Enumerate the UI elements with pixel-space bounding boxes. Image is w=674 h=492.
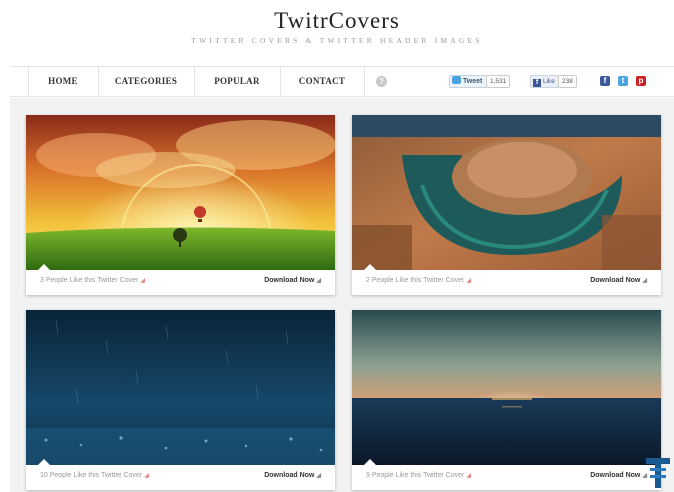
twitter-icon[interactable]: t: [618, 76, 628, 86]
site-tagline: TWITTER COVERS & TWITTER HEADER IMAGES: [191, 36, 483, 45]
card-notch: [364, 459, 376, 465]
nav-categories[interactable]: CATEGORIES: [98, 67, 194, 96]
cover-card: 10 People Like this Twitter Cover ◢ Downl…: [26, 310, 335, 490]
download-button[interactable]: Download Now ◢: [264, 277, 321, 284]
card-notch: [364, 264, 376, 270]
heart-icon: ◢: [466, 278, 471, 284]
pinterest-icon[interactable]: p: [636, 76, 646, 86]
cover-card: 3 People Like this Twitter Cover ◢ Downlo…: [26, 115, 335, 295]
nav-divider: [364, 67, 365, 96]
cover-image[interactable]: [26, 115, 335, 270]
download-button[interactable]: Download Now ◢: [264, 472, 321, 479]
likes-text: 10 People Like this Twitter Cover ◢: [40, 472, 149, 479]
cover-card: 9 People Like this Twitter Cover ◢ Downlo…: [352, 310, 661, 490]
like-count: 238: [558, 75, 577, 88]
likes-text: 2 People Like this Twitter Cover ◢: [366, 277, 471, 284]
heart-icon: ◢: [140, 278, 145, 284]
covers-grid: 3 People Like this Twitter Cover ◢ Downlo…: [10, 98, 674, 492]
heart-icon: ◢: [466, 473, 471, 479]
facebook-icon[interactable]: f: [600, 76, 610, 86]
heart-icon: ◢: [144, 473, 149, 479]
likes-text: 9 People Like this Twitter Cover ◢: [366, 472, 471, 479]
card-notch: [38, 459, 50, 465]
nav-home[interactable]: HOME: [28, 67, 98, 96]
cover-image[interactable]: [352, 310, 661, 465]
help-icon[interactable]: ?: [376, 76, 387, 87]
download-button[interactable]: Download Now ◢: [590, 277, 647, 284]
cover-image[interactable]: [352, 115, 661, 270]
like-label: Like: [543, 78, 555, 85]
download-arrow-icon: ◢: [642, 278, 647, 284]
watermark-logo-icon: [646, 458, 670, 488]
nav-contact[interactable]: CONTACT: [280, 67, 364, 96]
main-navbar: HOME CATEGORIES POPULAR CONTACT ? Tweet …: [10, 66, 674, 97]
likes-text: 3 People Like this Twitter Cover ◢: [40, 277, 145, 284]
tweet-label: Tweet: [463, 78, 483, 85]
cover-card: 2 People Like this Twitter Cover ◢ Downlo…: [352, 115, 661, 295]
tweet-button[interactable]: Tweet: [449, 75, 488, 88]
download-arrow-icon: ◢: [316, 278, 321, 284]
facebook-like-button[interactable]: f Like: [530, 75, 559, 88]
nav-popular[interactable]: POPULAR: [194, 67, 280, 96]
card-notch: [38, 264, 50, 270]
tweet-count: 1,531: [486, 75, 511, 88]
cover-image[interactable]: [26, 310, 335, 465]
download-button[interactable]: Download Now ◢: [590, 472, 647, 479]
facebook-f-icon: f: [533, 79, 541, 87]
twitter-bird-icon: [452, 76, 461, 84]
site-logo[interactable]: TwitrCovers: [0, 8, 674, 34]
download-arrow-icon: ◢: [316, 473, 321, 479]
